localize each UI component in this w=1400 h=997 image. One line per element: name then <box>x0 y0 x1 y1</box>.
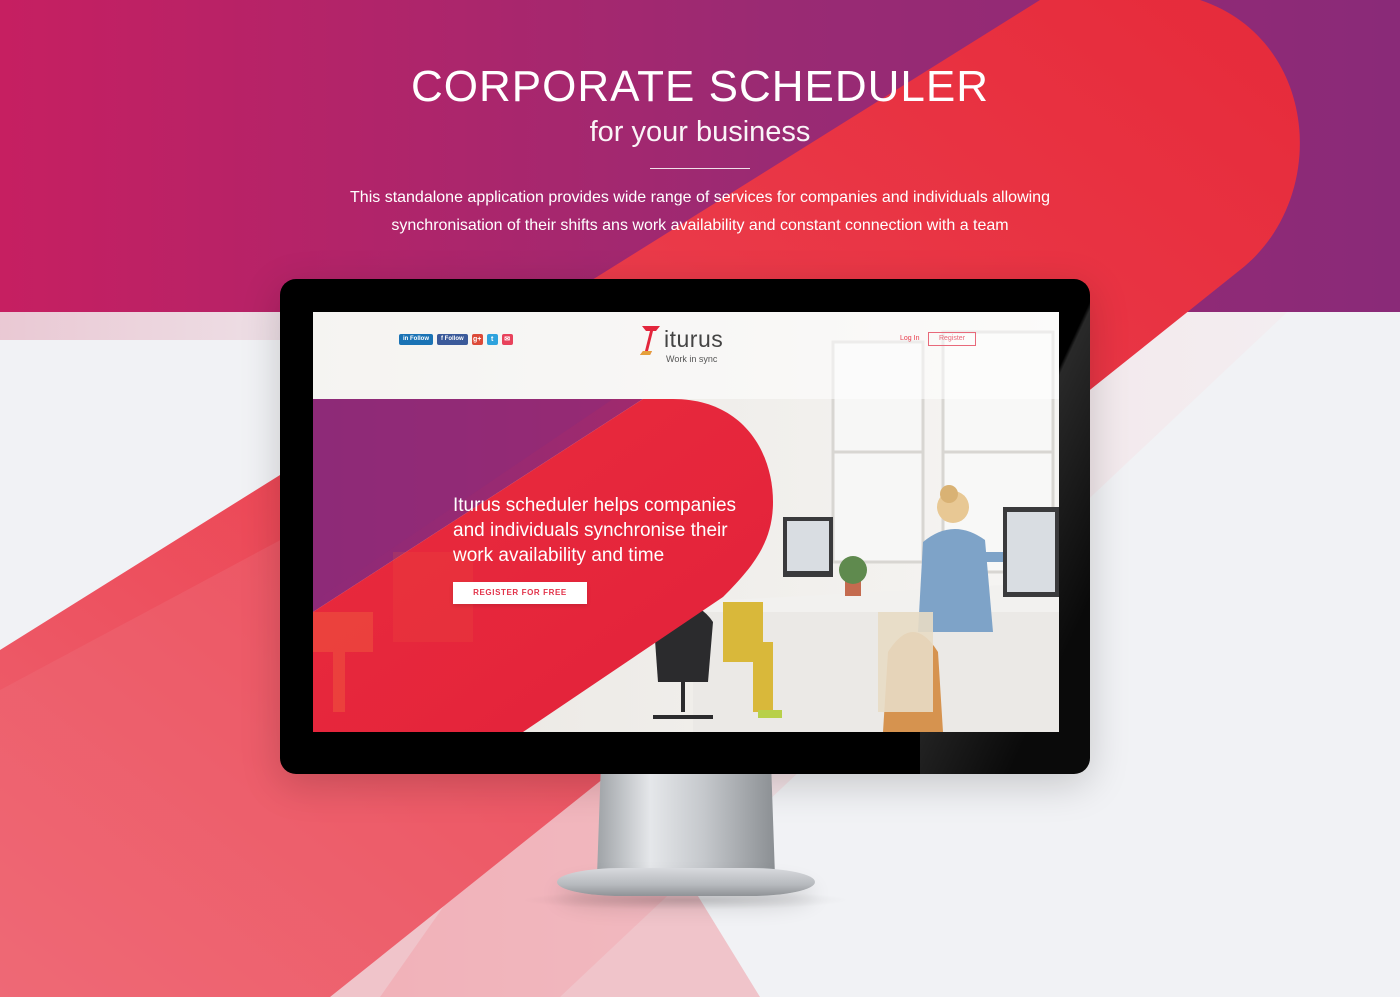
linkedin-follow-label: Follow <box>410 336 429 342</box>
title-divider <box>650 168 750 169</box>
linkedin-icon: in <box>403 336 410 342</box>
monitor-screen: in Follow f Follow g+ t ✉ iturus Work in… <box>313 312 1059 732</box>
monitor-stand-base <box>557 868 815 896</box>
linkedin-follow-button[interactable]: in Follow <box>399 334 433 345</box>
monitor-stand-neck <box>597 774 775 876</box>
mail-icon[interactable]: ✉ <box>501 334 513 345</box>
facebook-follow-button[interactable]: f Follow <box>437 334 468 345</box>
page-title: CORPORATE SCHEDULER <box>410 62 990 111</box>
page-description: This standalone application provides wid… <box>320 184 1080 240</box>
hero-headline: Iturus scheduler helps companies and ind… <box>453 495 737 566</box>
iturus-logo-icon <box>640 326 660 355</box>
logo-tagline: Work in sync <box>666 354 718 364</box>
login-link[interactable]: Log In <box>900 335 919 342</box>
site-topbar: in Follow f Follow g+ t ✉ iturus Work in… <box>313 312 1059 372</box>
facebook-follow-label: Follow <box>444 336 464 342</box>
page-subtitle: for your business <box>589 116 811 148</box>
twitter-icon[interactable]: t <box>486 334 498 345</box>
social-buttons: in Follow f Follow g+ t ✉ <box>399 334 513 345</box>
google-plus-icon[interactable]: g+ <box>471 334 483 345</box>
register-for-free-button[interactable]: REGISTER FOR FREE <box>453 582 587 604</box>
logo-wordmark: iturus <box>664 326 724 352</box>
description-line-1: This standalone application provides wid… <box>350 189 1050 206</box>
register-button[interactable]: Register <box>928 332 976 346</box>
description-line-2: synchronisation of their shifts ans work… <box>391 217 1009 234</box>
